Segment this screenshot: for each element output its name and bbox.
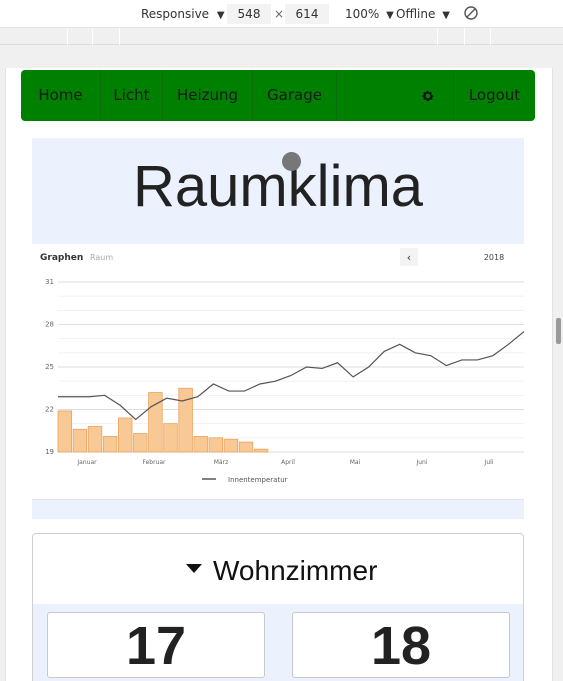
bar — [57, 410, 73, 453]
ruler-segment — [67, 28, 68, 45]
logout-link[interactable]: Logout — [453, 70, 535, 121]
zoom-select[interactable]: 100% ▼ — [345, 6, 394, 22]
room-value: 18 — [370, 616, 432, 676]
room-card-header[interactable]: Wohnzimmer — [33, 534, 523, 604]
bar — [223, 438, 239, 453]
bar — [163, 423, 178, 453]
device-label: Responsive — [141, 7, 210, 21]
times-label: × — [274, 7, 285, 21]
zoom-label: 100% — [345, 7, 380, 21]
chevron-left-icon: ‹ — [407, 251, 411, 264]
room-value: 17 — [125, 616, 187, 676]
chart-bars — [57, 387, 269, 453]
room-card: Wohnzimmer 17 18 — [32, 533, 524, 681]
ruler-segment — [119, 28, 120, 45]
section-spacer — [32, 499, 524, 519]
nav-item-licht[interactable]: Licht — [101, 70, 163, 121]
bar — [193, 436, 208, 453]
x-tick-label: Februar — [142, 459, 166, 466]
tab-graphen[interactable]: Graphen — [40, 253, 83, 263]
settings-button[interactable] — [403, 70, 453, 121]
bar — [133, 433, 148, 453]
x-tick-label: März — [214, 459, 228, 466]
ruler-segment — [490, 28, 491, 45]
chart-line — [58, 331, 524, 421]
x-tick-label: Juli — [484, 459, 494, 466]
chevron-down-icon: ▼ — [216, 10, 225, 21]
x-tick-label: Juni — [415, 459, 427, 466]
page-viewport: Home Licht Heizung Garage Logout Raumkli… — [5, 68, 553, 681]
media-query-ruler[interactable] — [0, 27, 563, 45]
nav-item-garage[interactable]: Garage — [253, 70, 337, 121]
title-panel: Raumklima — [32, 138, 524, 244]
bar — [238, 441, 254, 453]
room-card-body: 17 18 — [33, 604, 523, 681]
y-tick-label: 22 — [45, 406, 54, 414]
tab-raum[interactable]: Raum — [90, 253, 113, 262]
bar — [72, 428, 88, 453]
cursor-indicator — [282, 152, 301, 171]
value-box: 17 — [47, 612, 265, 678]
series-line-innentemperatur — [58, 331, 524, 421]
ruler-segment — [464, 28, 465, 45]
device-frame: Home Licht Heizung Garage Logout Raumkli… — [0, 45, 563, 681]
x-tick-label: Januar — [76, 459, 97, 466]
chart-panel: Graphen Raum ‹ 2018 19 22 25 28 31 Januar Febr… — [32, 244, 524, 499]
nav-item-heizung[interactable]: Heizung — [163, 70, 253, 121]
x-tick-label: Mai — [350, 459, 361, 466]
y-tick-label: 31 — [45, 278, 54, 286]
y-tick-label: 28 — [45, 321, 54, 329]
caret-down-icon — [186, 564, 202, 573]
value-box: 18 — [292, 612, 510, 678]
bar — [102, 436, 118, 453]
ruler-segment — [437, 28, 438, 45]
page-title: Raumklima — [132, 154, 424, 219]
network-label: Offline — [396, 7, 436, 21]
chevron-down-icon: ▼ — [386, 10, 394, 21]
network-select[interactable]: Offline ▼ — [396, 6, 450, 22]
x-tick-label: April — [281, 459, 295, 466]
device-select[interactable]: Responsive ▼ — [141, 6, 225, 22]
main-navbar: Home Licht Heizung Garage Logout — [21, 70, 535, 121]
bar — [208, 437, 224, 453]
gear-icon — [422, 90, 434, 101]
chart-year-label: 2018 — [484, 253, 504, 262]
width-input[interactable]: 548 — [227, 4, 271, 24]
chevron-down-icon: ▼ — [442, 10, 450, 21]
y-tick-label: 25 — [45, 363, 54, 371]
rotate-icon[interactable] — [463, 5, 479, 21]
height-input[interactable]: 614 — [285, 4, 329, 24]
y-tick-label: 19 — [45, 448, 54, 456]
devtools-toolbar: Responsive ▼ 548 × 614 100% ▼ Offline ▼ — [0, 0, 563, 27]
temperature-chart: Graphen Raum ‹ 2018 19 22 25 28 31 Januar Febr… — [40, 248, 524, 484]
nav-item-home[interactable]: Home — [21, 70, 101, 121]
bar — [178, 387, 193, 453]
bar — [253, 448, 269, 453]
bar — [118, 417, 133, 453]
bar — [87, 426, 103, 453]
room-name: Wohnzimmer — [213, 555, 378, 586]
legend-label[interactable]: Innentemperatur — [228, 476, 288, 484]
scrollbar-thumb[interactable] — [556, 318, 561, 344]
ruler-segment — [92, 28, 93, 45]
